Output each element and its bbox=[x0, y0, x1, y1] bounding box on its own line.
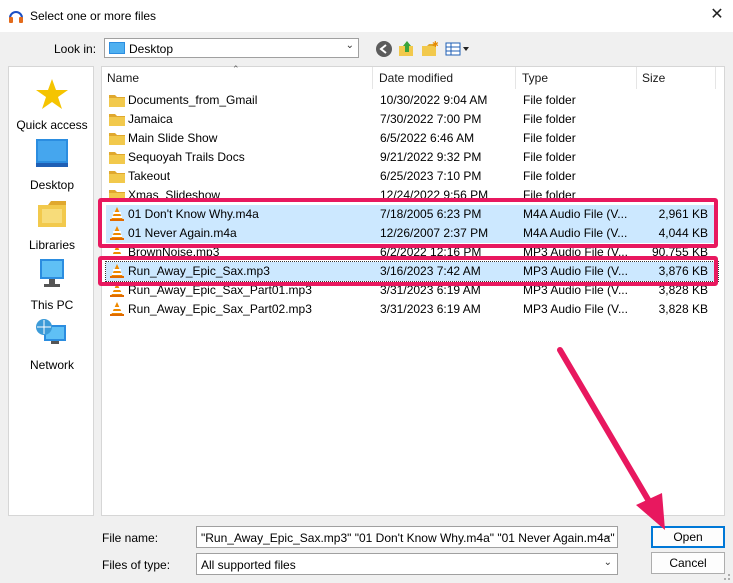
annotation-arrow bbox=[557, 347, 665, 530]
